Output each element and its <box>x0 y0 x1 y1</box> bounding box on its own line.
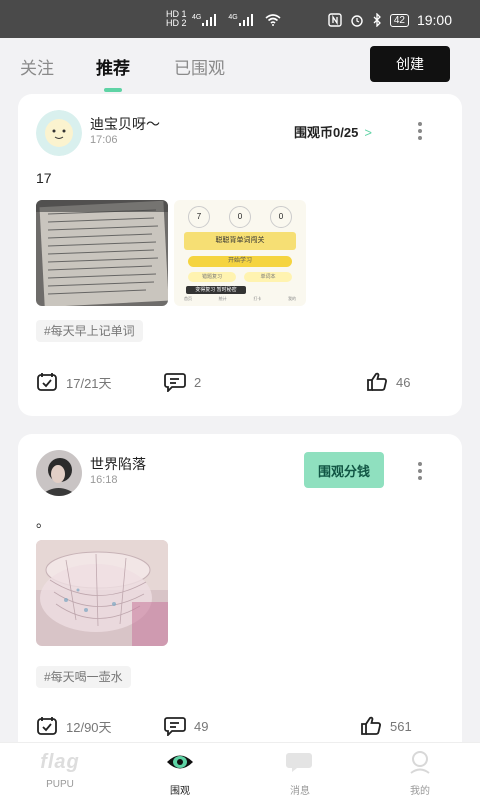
nav-label: 我的 <box>410 786 430 797</box>
screenshot-nav-item: 打卡 <box>253 296 262 301</box>
comment-count: 2 <box>194 374 202 390</box>
calendar-icon <box>37 717 57 735</box>
nav-item-pupu[interactable]: flag PUPU <box>20 749 100 790</box>
hd-indicator: HD 1 HD 2 <box>166 10 187 28</box>
post-text: 17 <box>36 170 52 186</box>
person-icon <box>410 751 430 774</box>
battery-icon: 42 <box>389 13 409 27</box>
screenshot-button: 单词本 <box>244 272 292 282</box>
comment-button[interactable]: 2 <box>164 372 201 392</box>
chat-bubble-icon <box>286 753 312 772</box>
screenshot-nav: 首页 统计 打卡 我的 <box>184 296 296 302</box>
comment-icon <box>164 373 186 392</box>
signal-1-icon: 4G <box>192 14 217 26</box>
active-tab-indicator <box>104 88 122 92</box>
signal-1-label: 4G <box>192 14 202 21</box>
nav-item-messages[interactable]: 消息 <box>260 749 340 797</box>
screenshot-nav-item: 我的 <box>287 296 296 301</box>
signal-2-label: 4G <box>228 14 238 21</box>
like-button[interactable]: 561 <box>360 716 412 736</box>
post-time: 16:18 <box>90 474 118 486</box>
tab-following[interactable]: 关注 <box>20 54 54 79</box>
signal-2-icon: 4G <box>228 14 253 26</box>
status-bar: HD 1 HD 2 4G 4G 42 19:00 <box>0 0 480 38</box>
username[interactable]: 迪宝贝呀～ <box>90 114 160 134</box>
progress-label: 12/90天 <box>66 719 112 735</box>
avatar[interactable] <box>36 450 82 496</box>
screenshot-stats: 7 0 0 <box>188 206 292 228</box>
thumbs-up-icon <box>361 716 381 735</box>
nav-label: 围观 <box>170 786 190 797</box>
screenshot-stat: 7 <box>188 206 210 228</box>
screenshot-button: 错题复习 <box>188 272 236 282</box>
bottom-nav: flag PUPU 围观 消息 我的 <box>0 742 480 800</box>
post-time: 17:06 <box>90 134 118 146</box>
hashtag[interactable]: #每天喝一壶水 <box>36 666 131 688</box>
more-options-icon[interactable] <box>418 122 422 140</box>
post-image-glass[interactable] <box>36 540 168 646</box>
nav-item-watch[interactable]: 围观 <box>140 749 220 797</box>
like-count: 46 <box>396 374 411 390</box>
post-card[interactable]: 世界陷落 16:18 围观分钱 。 #每天喝一壶水 12/90天 49 561 <box>18 434 462 764</box>
tab-watched[interactable]: 已围观 <box>174 54 225 79</box>
alarm-icon <box>351 15 363 27</box>
chevron-right-icon: > <box>364 125 372 140</box>
hd-bottom-label: HD 2 <box>166 18 187 28</box>
signal-group: 4G 4G <box>192 14 281 26</box>
nav-label: 消息 <box>290 786 310 797</box>
screenshot-button: 开始学习 <box>188 256 292 267</box>
coin-counter[interactable]: 围观币0/25 > <box>294 122 372 141</box>
screenshot-stat: 0 <box>270 206 292 228</box>
watch-share-button[interactable]: 围观分钱 <box>304 452 384 488</box>
status-right: 42 19:00 <box>328 12 452 28</box>
post-text: 。 <box>36 514 50 530</box>
screenshot-stat: 0 <box>229 206 251 228</box>
username[interactable]: 世界陷落 <box>90 454 146 474</box>
avatar[interactable] <box>36 110 82 156</box>
nfc-icon <box>328 13 342 27</box>
like-button[interactable]: 46 <box>366 372 410 392</box>
calendar-icon <box>37 373 57 391</box>
tab-recommended[interactable]: 推荐 <box>96 54 130 79</box>
comment-icon <box>164 717 186 736</box>
bluetooth-icon <box>373 13 381 27</box>
screenshot-banner: 聪聪背单词闯关 <box>184 232 296 250</box>
hashtag[interactable]: #每天早上记单词 <box>36 320 143 342</box>
screenshot-popup: 变得复习 暂时秘密 <box>186 286 246 294</box>
thumbs-up-icon <box>367 372 387 391</box>
post-image-app-screenshot[interactable]: 7 0 0 聪聪背单词闯关 开始学习 错题复习 单词本 变得复习 暂时秘密 首页… <box>174 200 306 306</box>
wifi-icon <box>265 14 281 26</box>
screenshot-nav-item: 统计 <box>218 296 227 301</box>
nav-item-me[interactable]: 我的 <box>380 749 460 797</box>
post-card[interactable]: 迪宝贝呀～ 17:06 围观币0/25 > 17 7 0 0 聪聪背单词闯关 开… <box>18 94 462 416</box>
progress-label: 17/21天 <box>66 375 112 391</box>
progress-stat: 17/21天 <box>36 372 112 392</box>
post-image-notebook[interactable] <box>36 200 168 306</box>
like-count: 561 <box>390 718 412 734</box>
nav-label: PUPU <box>46 779 74 790</box>
coin-label: 围观币0/25 <box>294 125 359 140</box>
screenshot-nav-item: 首页 <box>184 296 192 301</box>
comment-button[interactable]: 49 <box>164 716 208 736</box>
flag-logo: flag <box>40 751 80 773</box>
more-options-icon[interactable] <box>418 462 422 480</box>
create-button[interactable]: 创建 <box>370 46 450 82</box>
eye-icon <box>167 755 193 769</box>
comment-count: 49 <box>194 718 209 734</box>
clock: 19:00 <box>416 12 452 28</box>
progress-stat: 12/90天 <box>36 716 112 736</box>
top-nav: 关注 推荐 已围观 创建 <box>0 38 480 94</box>
